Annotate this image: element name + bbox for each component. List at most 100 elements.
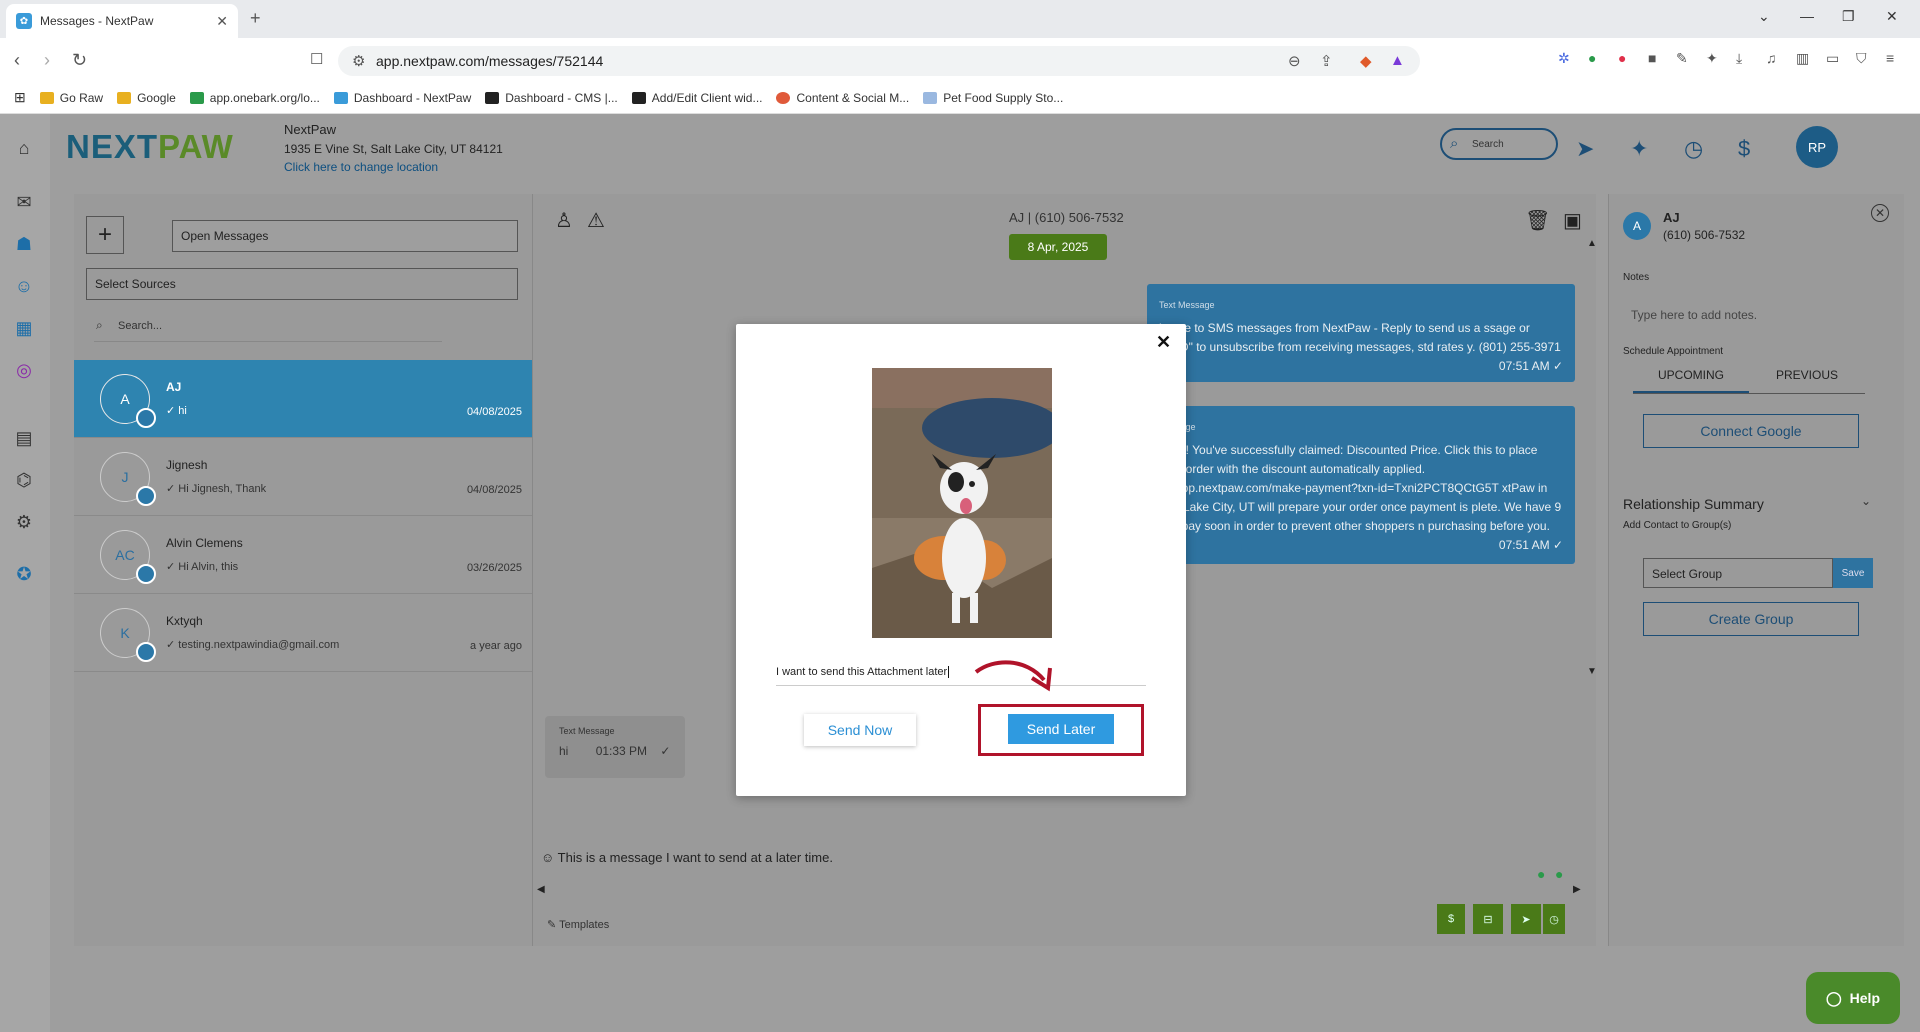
scroll-right-icon[interactable]: ▶ (1573, 884, 1581, 895)
new-message-button[interactable]: + (86, 216, 124, 254)
conversation-item[interactable]: K Kxtyqh ✓ testing.nextpawindia@gmail.co… (74, 594, 532, 672)
nextpaw-logo[interactable]: NEXTPAW (66, 128, 234, 166)
message-filter-select[interactable]: Open Messages (172, 220, 518, 252)
bookmark-item[interactable]: Go Raw (39, 91, 103, 105)
select-sources-dropdown[interactable]: Select Sources (86, 268, 518, 300)
bookmark-item[interactable]: Dashboard - NextPaw (333, 91, 471, 105)
conversation-search-input[interactable]: ⌕ Search... (94, 312, 442, 342)
close-window-icon[interactable]: ✕ (1886, 8, 1898, 25)
scroll-down-icon[interactable]: ▼ (1587, 666, 1597, 677)
grammarly-icon[interactable]: ● (1555, 866, 1563, 882)
billing-icon[interactable]: $ (1738, 136, 1750, 162)
brave-rewards-icon[interactable]: ▲ (1390, 52, 1405, 69)
payment-button[interactable]: $ (1437, 904, 1465, 934)
message-composer[interactable]: ☺ This is a message I want to send at a … (541, 850, 1591, 865)
bookmark-icon[interactable]: ☐ (310, 50, 323, 68)
schedule-button[interactable]: ◷ (1543, 904, 1565, 934)
emoji-icon[interactable]: ☺ (541, 850, 554, 865)
zoom-icon[interactable]: ⊖ (1288, 52, 1301, 70)
bookmark-item[interactable]: Content & Social M... (776, 91, 909, 105)
warning-icon[interactable]: ⚠ (587, 208, 605, 233)
media-icon[interactable]: ♫ (1766, 50, 1777, 66)
conversation-item[interactable]: A AJ ✓ hi 04/08/2025 (74, 360, 532, 438)
tab-upcoming[interactable]: UPCOMING (1633, 368, 1749, 393)
restore-icon[interactable]: ❐ (1842, 8, 1855, 25)
back-icon[interactable]: ‹ (14, 50, 20, 71)
close-icon[interactable]: ✕ (1156, 332, 1171, 353)
eyedropper-icon[interactable]: ✎ (1676, 50, 1688, 67)
tab-previous[interactable]: PREVIOUS (1749, 368, 1865, 393)
help-button[interactable]: ◯ Help (1806, 972, 1900, 1024)
address-bar[interactable]: ⚙ app.nextpaw.com/messages/752144 ⊖ ⇪ ◆ … (338, 46, 1420, 76)
user-avatar[interactable]: RP (1796, 126, 1838, 168)
calendar-icon[interactable]: ▦ (12, 318, 36, 342)
trash-icon[interactable]: 🗑 (1525, 208, 1550, 233)
customers-icon[interactable]: ☺ (12, 276, 36, 300)
store-icon[interactable]: ⌬ (12, 470, 36, 494)
wallet-icon[interactable]: ▭ (1826, 50, 1839, 67)
site-info-icon[interactable]: ⚙ (352, 52, 365, 70)
download-icon[interactable]: ⤓ (1736, 50, 1742, 67)
send-button[interactable]: ➤ (1511, 904, 1541, 934)
chevron-down-icon[interactable]: ⌄ (1758, 8, 1770, 25)
caption-input[interactable]: I want to send this Attachment later (776, 662, 1146, 686)
send-later-button[interactable]: Send Later (1008, 714, 1114, 744)
vpn-icon[interactable]: ⛉ (1856, 50, 1867, 67)
clock-icon[interactable]: ◷ (1684, 136, 1703, 162)
reports-icon[interactable]: ▤ (12, 428, 36, 452)
bookmark-item[interactable]: Dashboard - CMS |... (485, 91, 618, 105)
conversation-item[interactable]: J Jignesh ✓ Hi Jignesh, Thank 04/08/2025 (74, 438, 532, 516)
composer-text: This is a message I want to send at a la… (557, 850, 833, 865)
location-pin-icon[interactable]: ● (1537, 866, 1545, 882)
nextpaw-favicon-icon: ✿ (16, 13, 32, 29)
select-group-dropdown[interactable]: Select Group (1643, 558, 1833, 588)
contact-avatar: A (1623, 212, 1651, 240)
header-search[interactable]: ⌕ Search (1440, 128, 1558, 160)
close-icon[interactable]: ✕ (1871, 204, 1889, 222)
bookmark-item[interactable]: app.onebark.org/lo... (189, 91, 320, 105)
home-icon[interactable]: ⌂ (12, 138, 36, 162)
folder-icon (39, 91, 54, 104)
settings-icon[interactable]: ⚙ (12, 512, 36, 536)
notes-input[interactable]: Type here to add notes. (1631, 308, 1757, 322)
bookmark-item[interactable]: Pet Food Supply Sto... (923, 91, 1063, 105)
loyalty-icon[interactable]: ✪ (12, 564, 36, 588)
send-icon[interactable]: ➤ (1576, 136, 1594, 162)
new-tab-icon[interactable]: + (250, 8, 261, 29)
sidebar-icon[interactable]: ▥ (1796, 50, 1809, 67)
apps-grid-icon[interactable]: ⊞ (14, 89, 26, 106)
save-group-button[interactable]: Save (1833, 558, 1873, 588)
link-button[interactable]: ⊟ (1473, 904, 1503, 934)
extension-icon[interactable]: ✲ (1558, 50, 1570, 67)
contact-icon[interactable]: ♙ (555, 208, 573, 233)
share-icon[interactable]: ⇪ (1320, 52, 1333, 70)
scroll-left-icon[interactable]: ◀ (537, 884, 545, 895)
scroll-up-icon[interactable]: ▲ (1587, 238, 1597, 249)
send-now-button[interactable]: Send Now (804, 714, 916, 746)
marketing-icon[interactable]: ◎ (12, 360, 36, 384)
relationship-summary-heading[interactable]: Relationship Summary (1623, 496, 1764, 512)
rewards-icon[interactable]: ✦ (1630, 136, 1648, 162)
forward-icon[interactable]: › (44, 50, 50, 71)
conversation-item[interactable]: AC Alvin Clemens ✓ Hi Alvin, this 03/26/… (74, 516, 532, 594)
create-group-button[interactable]: Create Group (1643, 602, 1859, 636)
grammarly-icon[interactable]: ● (1588, 50, 1596, 66)
extension-s-icon[interactable]: ■ (1648, 50, 1656, 66)
puzzle-icon[interactable]: ✦ (1706, 50, 1718, 67)
minimize-icon[interactable]: — (1800, 8, 1814, 24)
contact-card-icon[interactable]: ▣ (1563, 208, 1582, 233)
change-location-link[interactable]: Click here to change location (284, 160, 438, 174)
brave-shield-icon[interactable]: ◆ (1360, 52, 1372, 70)
messages-icon[interactable]: ✉ (12, 192, 36, 216)
browser-tab[interactable]: ✿ Messages - NextPaw ✕ (6, 4, 238, 38)
menu-icon[interactable]: ≡ (1886, 50, 1894, 66)
close-tab-icon[interactable]: ✕ (216, 13, 228, 30)
connect-google-button[interactable]: Connect Google (1643, 414, 1859, 448)
templates-button[interactable]: ✎ Templates (547, 918, 609, 931)
extension-red-icon[interactable]: ● (1618, 50, 1626, 66)
bookmark-item[interactable]: Google (117, 91, 176, 105)
bookmark-item[interactable]: Add/Edit Client wid... (631, 91, 762, 105)
chevron-down-icon[interactable]: ⌄ (1861, 494, 1871, 508)
contacts-icon[interactable]: ☗ (12, 234, 36, 258)
reload-icon[interactable]: ↻ (72, 50, 87, 71)
